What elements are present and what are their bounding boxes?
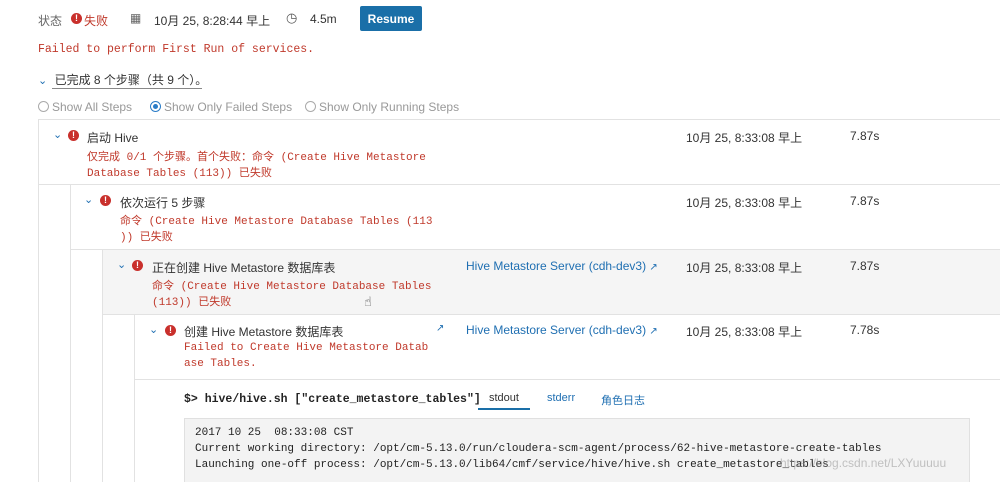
step-duration: 7.87s	[850, 194, 880, 208]
tab-stdout[interactable]: stdout	[489, 392, 519, 404]
chevron-down-icon[interactable]: ⌄	[117, 258, 126, 271]
step-message: 命令 (Create Hive Metastore Database Table…	[152, 281, 432, 293]
radio-icon	[38, 101, 49, 112]
chevron-down-icon[interactable]: ⌄	[53, 128, 62, 141]
step-message: 仅完成 0/1 个步骤。首个失败：命令 (Create Hive Metasto…	[87, 152, 426, 164]
role-link[interactable]: Hive Metastore Server (cdh-dev3) ↗	[466, 259, 658, 273]
watermark: https://blog.csdn.net/LXYuuuuu	[780, 456, 947, 470]
error-icon: !	[68, 130, 79, 141]
step-row: ⌄ ! 依次运行 5 步骤 命令 (Create Hive Metastore …	[70, 185, 1000, 249]
external-link-icon[interactable]: ↗	[436, 323, 444, 334]
chevron-down-icon[interactable]: ⌄	[149, 323, 158, 336]
step-time: 10月 25, 8:33:08 早上	[686, 325, 803, 339]
role-link[interactable]: Hive Metastore Server (cdh-dev3) ↗	[466, 323, 658, 337]
radio-selected-icon	[150, 101, 161, 112]
resume-button[interactable]: Resume	[360, 6, 422, 31]
step-message: Database Tables (113)) 已失败	[87, 168, 272, 180]
start-datetime: 10月 25, 8:28:44 早上	[154, 14, 271, 28]
error-icon: !	[71, 13, 82, 24]
step-message: Failed to Create Hive Metastore Datab	[184, 342, 429, 354]
step-message: (113)) 已失败	[152, 297, 232, 309]
command-line: $> hive/hive.sh ["create_metastore_table…	[184, 393, 481, 406]
step-row: ⌄ ! 正在创建 Hive Metastore 数据库表 命令 (Create …	[102, 250, 1000, 314]
step-message: ase Tables.	[184, 358, 257, 370]
error-icon: !	[100, 195, 111, 206]
filter-all-steps[interactable]: Show All Steps	[38, 100, 132, 114]
calendar-icon: ▦	[130, 11, 142, 25]
step-time: 10月 25, 8:33:08 早上	[686, 196, 803, 210]
log-output[interactable]: 2017 10 25 08:33:08 CST Current working d…	[184, 418, 970, 482]
step-title: 创建 Hive Metastore 数据库表	[184, 325, 344, 339]
active-tab-indicator	[478, 408, 530, 410]
chevron-down-icon[interactable]: ⌄	[84, 193, 93, 206]
tab-role-log[interactable]: 角色日志	[601, 392, 645, 408]
step-message: )) 已失败	[120, 232, 173, 244]
error-icon: !	[132, 260, 143, 271]
status-label: 状态	[38, 14, 63, 28]
radio-icon	[305, 101, 316, 112]
steps-summary-toggle[interactable]: ⌄ 已完成 8 个步骤（共 9 个）。	[38, 71, 207, 88]
step-title: 启动 Hive	[87, 131, 139, 145]
step-row: ⌄ ! 启动 Hive 仅完成 0/1 个步骤。首个失败：命令 (Create …	[39, 120, 1000, 185]
step-duration: 7.87s	[850, 259, 880, 273]
step-message: 命令 (Create Hive Metastore Database Table…	[120, 216, 433, 228]
step-duration: 7.78s	[850, 323, 880, 337]
step-time: 10月 25, 8:33:08 早上	[686, 261, 803, 275]
mouse-cursor-icon: ☝	[364, 294, 372, 309]
external-link-icon: ↗	[649, 326, 658, 337]
error-icon: !	[165, 325, 176, 336]
error-message: Failed to perform First Run of services.	[38, 43, 315, 56]
filter-running-steps[interactable]: Show Only Running Steps	[305, 100, 459, 114]
step-row: ⌄ ! 创建 Hive Metastore 数据库表 ↗ Failed to C…	[134, 315, 1000, 379]
external-link-icon: ↗	[649, 262, 658, 273]
step-title: 正在创建 Hive Metastore 数据库表	[152, 261, 336, 275]
tab-stderr[interactable]: stderr	[547, 392, 575, 404]
step-time: 10月 25, 8:33:08 早上	[686, 131, 803, 145]
steps-summary: 已完成 8 个步骤（共 9 个）。	[54, 73, 208, 87]
duration: 4.5m	[310, 12, 337, 26]
step-duration: 7.87s	[850, 129, 880, 143]
step-title: 依次运行 5 步骤	[120, 196, 206, 210]
chevron-down-icon: ⌄	[38, 75, 48, 87]
clock-icon: ◷	[286, 10, 298, 25]
filter-failed-steps[interactable]: Show Only Failed Steps	[150, 100, 292, 114]
status-value: 失败	[84, 14, 109, 28]
